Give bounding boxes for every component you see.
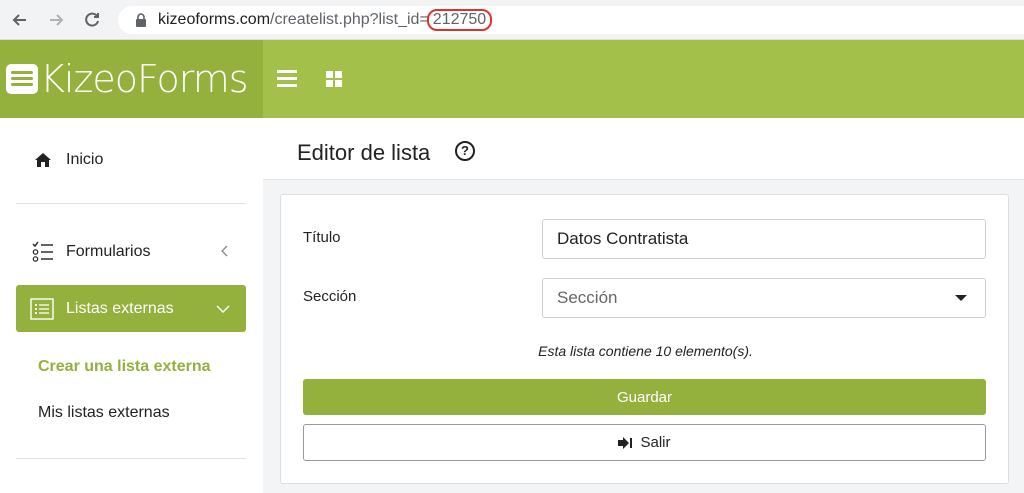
sidebar-subitem-mis-listas[interactable]: Mis listas externas xyxy=(38,404,170,422)
lock-icon xyxy=(136,13,146,27)
sidebar-subitem-crear-lista[interactable]: Crear una lista externa xyxy=(38,358,211,376)
url-path: /createlist.php?list_id= xyxy=(270,11,429,28)
checklist-icon xyxy=(32,241,53,262)
help-icon[interactable]: ? xyxy=(455,141,475,161)
title-input[interactable]: Datos Contratista xyxy=(542,219,986,259)
sidebar-divider xyxy=(16,203,246,204)
exit-button[interactable]: Salir xyxy=(303,424,986,461)
exit-button-label: Salir xyxy=(640,434,671,451)
element-count-text: Esta lista contiene 10 elemento(s). xyxy=(538,343,753,359)
list-icon xyxy=(30,297,54,320)
logo-text: KizeoForms xyxy=(40,57,249,101)
app-header: KizeoForms xyxy=(0,40,1024,118)
logo-icon xyxy=(6,64,38,94)
reload-icon xyxy=(85,12,99,27)
title-label: Título xyxy=(303,229,341,246)
page-title: Editor de lista xyxy=(297,140,431,165)
sidebar-item-label: Inicio xyxy=(66,151,104,168)
address-bar[interactable]: kizeoforms.com/createlist.php?list_id= 21… xyxy=(118,6,1024,34)
save-button[interactable]: Guardar xyxy=(303,379,986,415)
back-button[interactable] xyxy=(4,4,36,36)
list-editor-card: Título Datos Contratista Sección Sección… xyxy=(280,194,1009,484)
chevron-left-icon xyxy=(221,245,228,257)
save-button-label: Guardar xyxy=(616,388,673,406)
reload-button[interactable] xyxy=(76,4,108,36)
title-input-value: Datos Contratista xyxy=(557,229,689,248)
sidebar-item-label: Listas externas xyxy=(66,299,174,317)
section-label: Sección xyxy=(303,288,357,305)
menu-icon[interactable] xyxy=(277,70,297,87)
sign-out-icon xyxy=(618,436,633,449)
forward-button[interactable] xyxy=(40,4,72,36)
section-select-placeholder: Sección xyxy=(557,288,618,307)
caret-down-icon xyxy=(955,295,967,301)
sidebar-item-formularios[interactable]: Formularios xyxy=(16,238,246,266)
logo[interactable]: KizeoForms xyxy=(0,40,263,118)
grid-icon[interactable] xyxy=(326,71,342,87)
home-icon xyxy=(35,153,51,167)
sidebar-item-listas-externas[interactable]: Listas externas xyxy=(16,285,246,332)
section-select[interactable]: Sección xyxy=(542,278,986,318)
url-host: kizeoforms.com xyxy=(158,11,271,28)
sidebar-item-label: Formularios xyxy=(66,243,151,260)
arrow-left-icon xyxy=(12,13,26,26)
sidebar-item-inicio[interactable]: Inicio xyxy=(16,148,246,172)
sidebar: Inicio Formularios Listas externas Crear… xyxy=(0,118,263,493)
arrow-right-icon xyxy=(50,13,64,26)
url-list-id: 212750 xyxy=(426,9,493,31)
sidebar-divider xyxy=(16,458,246,459)
browser-toolbar: kizeoforms.com/createlist.php?list_id= 21… xyxy=(0,0,1024,40)
page-header: Editor de lista ? xyxy=(263,118,1024,180)
chevron-down-icon xyxy=(216,305,230,313)
